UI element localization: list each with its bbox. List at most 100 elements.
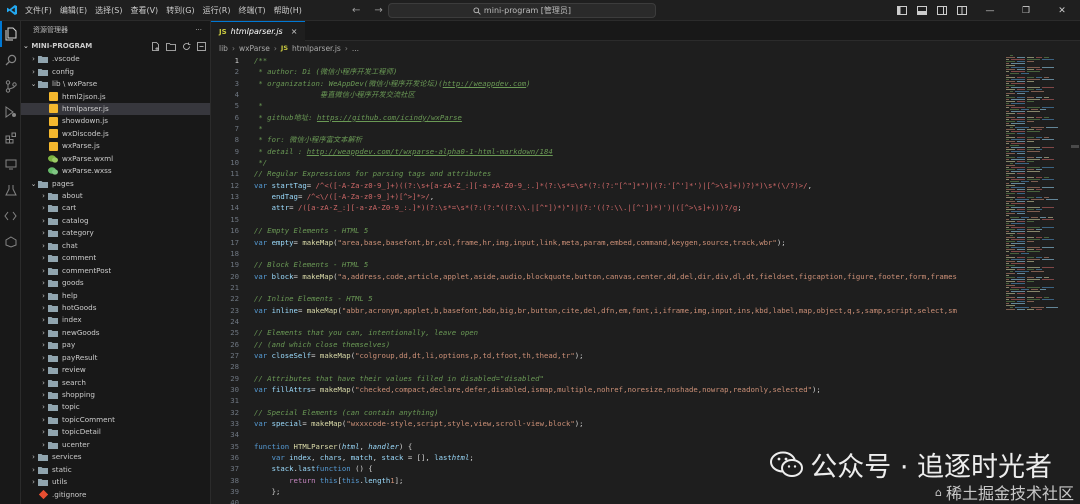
tree-item-label: newGoods: [62, 327, 100, 337]
collapse-all-icon[interactable]: [197, 41, 206, 51]
line-number: 18: [230, 248, 239, 258]
line-number: 20: [230, 271, 239, 281]
remote-explorer-icon[interactable]: [0, 151, 21, 177]
tree-folder[interactable]: › topicComment: [21, 414, 210, 426]
tree-file[interactable]: showdown.js: [21, 115, 210, 127]
restore-window-icon[interactable]: ❐: [1008, 0, 1044, 21]
tree-file[interactable]: wxParse.wxml: [21, 153, 210, 165]
code-line: 12 var startTag= /^<([-A-Za-z0-9_]+)((?:\…: [211, 180, 1011, 191]
breadcrumb-item[interactable]: wxParse: [239, 44, 270, 53]
search-icon[interactable]: [0, 47, 21, 73]
command-center-search[interactable]: mini-program [管理员]: [388, 3, 656, 18]
toggle-panel-icon[interactable]: [912, 0, 932, 21]
menu-item-4[interactable]: 转到(G): [162, 0, 198, 21]
more-actions-icon[interactable]: ···: [195, 26, 202, 34]
chevron-down-icon: ⌄: [30, 80, 37, 89]
toggle-primary-sidebar-icon[interactable]: [892, 0, 912, 21]
tree-folder[interactable]: ⌄ pages: [21, 177, 210, 189]
tree-folder[interactable]: › config: [21, 65, 210, 77]
line-number: 22: [230, 294, 239, 304]
toggle-secondary-sidebar-icon[interactable]: [932, 0, 952, 21]
tree-folder[interactable]: › index: [21, 314, 210, 326]
tree-file[interactable]: .gitignore: [21, 488, 210, 500]
tree-folder[interactable]: › help: [21, 289, 210, 301]
tree-folder[interactable]: › search: [21, 376, 210, 388]
minimize-window-icon[interactable]: —: [972, 0, 1008, 21]
menu-item-3[interactable]: 查看(V): [126, 0, 162, 21]
line-number: 35: [230, 441, 239, 451]
breadcrumb-item[interactable]: lib: [219, 44, 228, 53]
new-folder-icon[interactable]: [166, 42, 176, 51]
menu-item-5[interactable]: 运行(R): [199, 0, 235, 21]
testing-icon[interactable]: [0, 177, 21, 203]
code-icon[interactable]: [0, 203, 21, 229]
tree-folder[interactable]: › newGoods: [21, 327, 210, 339]
line-number: 8: [234, 135, 239, 145]
menu-item-2[interactable]: 选择(S): [91, 0, 126, 21]
editor-scrollbar[interactable]: [1070, 55, 1080, 504]
tree-folder[interactable]: › commentPost: [21, 264, 210, 276]
tree-folder[interactable]: › ucenter: [21, 439, 210, 451]
tree-folder[interactable]: › utils: [21, 476, 210, 488]
tree-folder[interactable]: › hotGoods: [21, 302, 210, 314]
code-text: * for: 微信小程序富文本解析: [254, 135, 363, 145]
tree-folder[interactable]: › pay: [21, 339, 210, 351]
workspace-section-header[interactable]: ⌄ MINI-PROGRAM: [21, 39, 210, 53]
back-arrow-icon[interactable]: ←: [352, 5, 360, 16]
tree-file[interactable]: wxParse.js: [21, 140, 210, 152]
tree-folder[interactable]: › services: [21, 451, 210, 463]
tree-folder[interactable]: › topicDetail: [21, 426, 210, 438]
tree-folder[interactable]: › category: [21, 227, 210, 239]
explorer-icon[interactable]: [0, 21, 21, 47]
menu-item-6[interactable]: 终端(T): [234, 0, 269, 21]
close-tab-icon[interactable]: ×: [291, 27, 298, 36]
folder-icon: [48, 366, 58, 375]
extensions-icon[interactable]: [0, 125, 21, 151]
tree-folder[interactable]: › cart: [21, 202, 210, 214]
tree-folder[interactable]: › chat: [21, 240, 210, 252]
tree-folder[interactable]: › static: [21, 463, 210, 475]
tree-item-label: chat: [62, 240, 78, 250]
tree-item-label: pay: [62, 340, 76, 350]
tree-folder[interactable]: › review: [21, 364, 210, 376]
code-text: return this[this.length1];: [289, 475, 404, 485]
line-number: 40: [230, 498, 239, 504]
tree-folder[interactable]: › .vscode: [21, 53, 210, 65]
customize-layout-icon[interactable]: [952, 0, 972, 21]
forward-arrow-icon[interactable]: →: [374, 5, 382, 16]
minimap[interactable]: [1004, 55, 1068, 315]
breadcrumb-item[interactable]: htmlparser.js: [292, 44, 341, 53]
tree-file[interactable]: wxParse.wxss: [21, 165, 210, 177]
tree-folder[interactable]: › comment: [21, 252, 210, 264]
tree-folder[interactable]: ⌄ lib \ wxParse: [21, 78, 210, 90]
line-number: 27: [230, 350, 239, 360]
code-editor[interactable]: 1/** 2 * author: Di (微信小程序开发工程师) 3 * organ…: [211, 55, 1011, 504]
tree-folder[interactable]: › catalog: [21, 215, 210, 227]
chevron-right-icon: ›: [32, 67, 35, 76]
source-control-icon[interactable]: [0, 73, 21, 99]
new-file-icon[interactable]: [151, 41, 160, 51]
breadcrumb-item[interactable]: ...: [352, 44, 359, 53]
tree-folder[interactable]: › shopping: [21, 389, 210, 401]
menu-item-1[interactable]: 编辑(E): [56, 0, 91, 21]
line-number: 33: [230, 419, 239, 428]
close-window-icon[interactable]: ✕: [1044, 0, 1080, 21]
line-number: 37: [230, 464, 239, 474]
tree-folder[interactable]: › about: [21, 190, 210, 202]
menu-item-0[interactable]: 文件(F): [21, 0, 56, 21]
tree-folder[interactable]: › topic: [21, 401, 210, 413]
code-line: 6 * github地址: https://github.com/icindy/…: [211, 112, 1011, 123]
navigation-arrows: ← →: [352, 0, 383, 21]
tree-folder[interactable]: › payResult: [21, 352, 210, 364]
chevron-right-icon: ›: [32, 478, 35, 487]
tree-file[interactable]: wxDiscode.js: [21, 128, 210, 140]
tree-file[interactable]: htmlparser.js: [21, 102, 210, 116]
tree-file[interactable]: html2json.js: [21, 90, 210, 102]
tree-folder[interactable]: › goods: [21, 277, 210, 289]
refresh-icon[interactable]: [182, 42, 191, 51]
tab-htmlparser[interactable]: JS htmlparser.js ×: [211, 21, 306, 41]
tree-item-label: review: [62, 365, 86, 375]
menu-item-7[interactable]: 帮助(H): [270, 0, 306, 21]
timeline-icon[interactable]: [0, 229, 21, 255]
run-debug-icon[interactable]: [0, 99, 21, 125]
